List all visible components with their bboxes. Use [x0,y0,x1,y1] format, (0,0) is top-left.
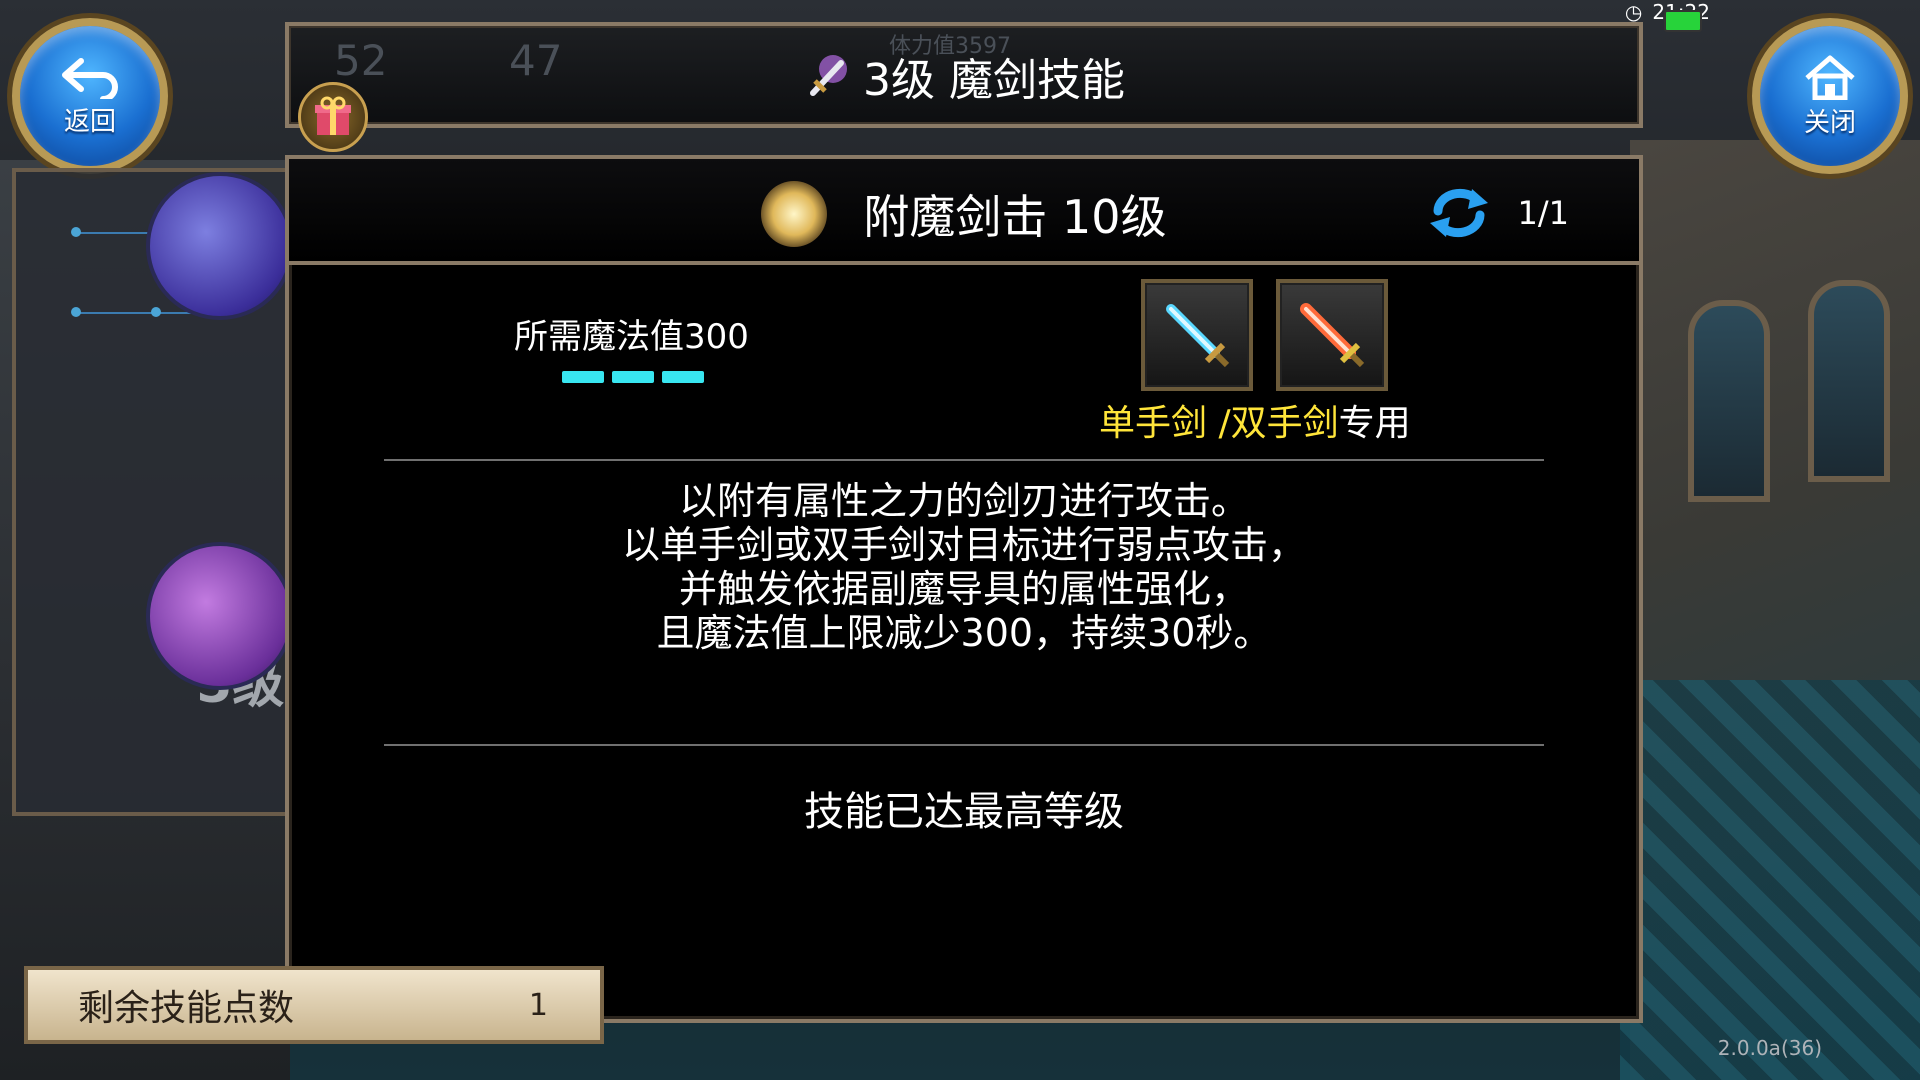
weapon-one-handed-sword [1141,279,1253,391]
page-title-text: 3级 魔剑技能 [863,55,1125,106]
background-window [1808,280,1890,482]
tree-node-dot [71,307,81,317]
mana-bar-segment [562,371,604,383]
skill-tree-panel: 5级 [12,168,295,816]
weapon-restriction-suffix: 专用 [1338,403,1411,444]
tree-node-dot [151,307,161,317]
remaining-skill-points: 剩余技能点数 1 [24,966,604,1044]
page-control: 1/1 [1428,185,1570,241]
divider [384,744,1544,746]
background-window [1688,300,1770,502]
page-title: 3级 魔剑技能 [289,44,1639,108]
skill-name-text: 附魔剑击 10级 [863,190,1167,244]
tree-node-dot [71,227,81,237]
skill-description: 以附有属性之力的剑刃进行攻击。 以单手剑或双手剑对目标进行弱点攻击， 并触发依据… [384,479,1544,655]
close-button[interactable]: 关闭 [1752,18,1908,174]
gift-icon [315,96,351,135]
skill-header: 附魔剑击 10级 1/1 [289,159,1639,265]
remaining-points-label: 剩余技能点数 [78,988,295,1029]
gift-button[interactable] [298,82,368,152]
battery-icon [1664,10,1702,32]
skill-orb-magic-sword[interactable] [146,172,294,320]
version-label: 2.0.0a(36) [1717,1036,1822,1060]
close-button-label: 关闭 [1803,107,1856,138]
blue-sword-icon [1166,304,1230,368]
refresh-icon[interactable] [1428,185,1490,241]
mana-bar-segment [662,371,704,383]
magic-sword-icon [810,55,847,96]
weapon-restriction: 单手剑 /双手剑专用 [1099,394,1411,446]
clock-icon: ◷ [1624,0,1643,24]
mana-cost-bars [562,371,704,383]
home-icon [1805,55,1855,100]
back-button-label: 返回 [63,106,116,137]
red-sword-icon [1300,303,1365,368]
divider [384,459,1544,461]
back-arrow-icon [62,57,118,99]
weapon-restriction-types: 单手剑 /双手剑 [1099,403,1339,444]
skill-orb-scroll[interactable] [146,542,294,690]
skill-max-level-notice: 技能已达最高等级 [804,789,1124,835]
enchant-swirl-icon [761,181,828,247]
description-line: 并触发依据副魔导具的属性强化， [678,567,1249,611]
back-button[interactable]: 返回 [12,18,168,174]
description-line: 以单手剑或双手剑对目标进行弱点攻击， [621,523,1306,567]
skill-detail-dialog: 附魔剑击 10级 1/1 所需魔法值300 单手剑 /双手剑专用 以附有属性之力… [285,155,1643,1023]
weapon-two-handed-sword [1276,279,1388,391]
page-indicator: 1/1 [1517,194,1570,232]
remaining-points-value: 1 [528,987,548,1023]
description-line: 以附有属性之力的剑刃进行攻击。 [678,479,1249,523]
mana-bar-segment [612,371,654,383]
description-line: 且魔法值上限减少300，持续30秒。 [656,611,1272,655]
mana-cost: 所需魔法值300 [514,317,749,357]
background-floor [1620,680,1920,1080]
title-bar: 52 47 体力值3597 3级 魔剑技能 [285,22,1643,128]
